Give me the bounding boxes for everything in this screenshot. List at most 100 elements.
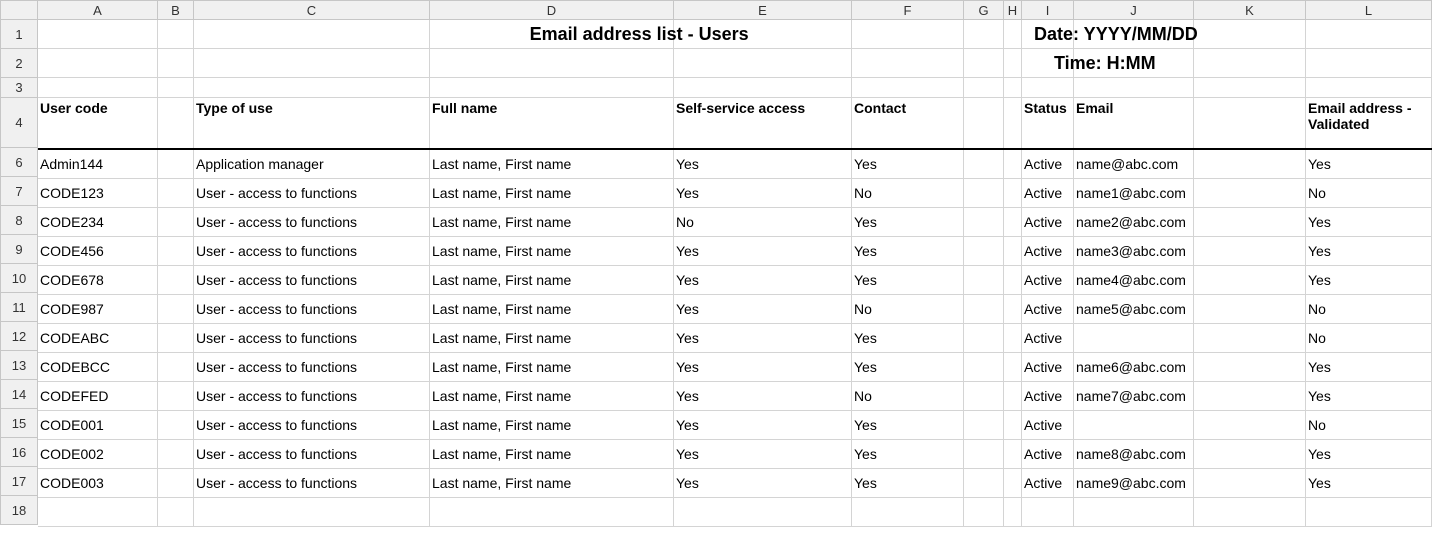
cell-empty-G[interactable] — [964, 353, 1004, 382]
cell-full-name[interactable]: Last name, First name — [430, 353, 674, 382]
cell-L3[interactable] — [1306, 78, 1432, 98]
cell-status[interactable]: Active — [1022, 353, 1074, 382]
cell-contact[interactable]: No — [852, 295, 964, 324]
select-all-corner[interactable] — [0, 0, 38, 20]
row-header-9[interactable]: 9 — [0, 235, 38, 264]
cell-empty-G[interactable] — [964, 411, 1004, 440]
cell-full-name[interactable]: Last name, First name — [430, 179, 674, 208]
cell-contact[interactable]: Yes — [852, 411, 964, 440]
cell-empty-K[interactable] — [1194, 150, 1306, 179]
cell-validated[interactable]: No — [1306, 295, 1432, 324]
cell-H3[interactable] — [1004, 78, 1022, 98]
cell-full-name[interactable]: Last name, First name — [430, 295, 674, 324]
cell-empty-H[interactable] — [1004, 208, 1022, 237]
cell-A18[interactable] — [38, 498, 158, 527]
cell-empty-B[interactable] — [158, 179, 194, 208]
cell-B4[interactable] — [158, 98, 194, 148]
cell-full-name[interactable]: Last name, First name — [430, 411, 674, 440]
cell-empty-B[interactable] — [158, 469, 194, 498]
cell-empty-B[interactable] — [158, 440, 194, 469]
cell-G3[interactable] — [964, 78, 1004, 98]
cell-empty-G[interactable] — [964, 324, 1004, 353]
cell-empty-K[interactable] — [1194, 353, 1306, 382]
cell-empty-H[interactable] — [1004, 324, 1022, 353]
cell-self-service[interactable]: Yes — [674, 382, 852, 411]
cell-empty-H[interactable] — [1004, 266, 1022, 295]
cell-empty-K[interactable] — [1194, 266, 1306, 295]
cell-empty-B[interactable] — [158, 324, 194, 353]
col-header-A[interactable]: A — [38, 0, 158, 20]
cell-contact[interactable]: Yes — [852, 266, 964, 295]
cell-H1[interactable] — [1004, 20, 1022, 49]
cell-full-name[interactable]: Last name, First name — [430, 150, 674, 179]
cell-type-of-use[interactable]: User - access to functions — [194, 353, 430, 382]
cell-user-code[interactable]: CODE678 — [38, 266, 158, 295]
cell-status[interactable]: Active — [1022, 237, 1074, 266]
cell-A3[interactable] — [38, 78, 158, 98]
cell-empty-G[interactable] — [964, 440, 1004, 469]
cell-empty-H[interactable] — [1004, 150, 1022, 179]
cell-status[interactable]: Active — [1022, 440, 1074, 469]
cell-K18[interactable] — [1194, 498, 1306, 527]
cell-empty-K[interactable] — [1194, 208, 1306, 237]
col-header-K[interactable]: K — [1194, 0, 1306, 20]
cell-self-service[interactable]: Yes — [674, 150, 852, 179]
cell-empty-G[interactable] — [964, 208, 1004, 237]
cell-I2[interactable]: Time: H:MM — [1022, 49, 1074, 78]
col-header-L[interactable]: L — [1306, 0, 1432, 20]
cell-B1[interactable] — [158, 20, 194, 49]
cell-G2[interactable] — [964, 49, 1004, 78]
cell-user-code[interactable]: CODE003 — [38, 469, 158, 498]
cell-status[interactable]: Active — [1022, 382, 1074, 411]
col-header-F[interactable]: F — [852, 0, 964, 20]
cell-empty-H[interactable] — [1004, 440, 1022, 469]
cell-email[interactable]: name5@abc.com — [1074, 295, 1194, 324]
cell-empty-K[interactable] — [1194, 179, 1306, 208]
col-header-D[interactable]: D — [430, 0, 674, 20]
row-header-18[interactable]: 18 — [0, 496, 38, 525]
cell-E2[interactable] — [674, 49, 852, 78]
cell-validated[interactable]: No — [1306, 324, 1432, 353]
cell-empty-B[interactable] — [158, 266, 194, 295]
cell-self-service[interactable]: Yes — [674, 440, 852, 469]
cell-K2[interactable] — [1194, 49, 1306, 78]
cell-validated[interactable]: No — [1306, 411, 1432, 440]
cell-type-of-use[interactable]: User - access to functions — [194, 411, 430, 440]
cell-C18[interactable] — [194, 498, 430, 527]
cell-type-of-use[interactable]: User - access to functions — [194, 179, 430, 208]
cell-empty-B[interactable] — [158, 150, 194, 179]
cell-type-of-use[interactable]: User - access to functions — [194, 440, 430, 469]
cell-self-service[interactable]: Yes — [674, 324, 852, 353]
cell-validated[interactable]: Yes — [1306, 208, 1432, 237]
cell-H18[interactable] — [1004, 498, 1022, 527]
cell-email[interactable]: name6@abc.com — [1074, 353, 1194, 382]
row-header-13[interactable]: 13 — [0, 351, 38, 380]
cell-self-service[interactable]: Yes — [674, 469, 852, 498]
col-header-E[interactable]: E — [674, 0, 852, 20]
cell-J3[interactable] — [1074, 78, 1194, 98]
cell-A2[interactable] — [38, 49, 158, 78]
cell-empty-K[interactable] — [1194, 295, 1306, 324]
cell-empty-H[interactable] — [1004, 411, 1022, 440]
cell-validated[interactable]: Yes — [1306, 150, 1432, 179]
cell-E3[interactable] — [674, 78, 852, 98]
cell-J18[interactable] — [1074, 498, 1194, 527]
cell-empty-G[interactable] — [964, 266, 1004, 295]
cell-self-service[interactable]: Yes — [674, 411, 852, 440]
row-header-8[interactable]: 8 — [0, 206, 38, 235]
cell-full-name[interactable]: Last name, First name — [430, 266, 674, 295]
cell-empty-B[interactable] — [158, 208, 194, 237]
cell-self-service[interactable]: Yes — [674, 353, 852, 382]
cell-contact[interactable]: Yes — [852, 440, 964, 469]
cell-empty-G[interactable] — [964, 237, 1004, 266]
row-header-1[interactable]: 1 — [0, 20, 38, 49]
cell-L2[interactable] — [1306, 49, 1432, 78]
cell-L1[interactable] — [1306, 20, 1432, 49]
cell-user-code[interactable]: CODE001 — [38, 411, 158, 440]
cell-B2[interactable] — [158, 49, 194, 78]
cell-empty-K[interactable] — [1194, 324, 1306, 353]
cell-type-of-use[interactable]: User - access to functions — [194, 208, 430, 237]
cell-empty-G[interactable] — [964, 469, 1004, 498]
row-header-4[interactable]: 4 — [0, 98, 38, 148]
cell-full-name[interactable]: Last name, First name — [430, 382, 674, 411]
